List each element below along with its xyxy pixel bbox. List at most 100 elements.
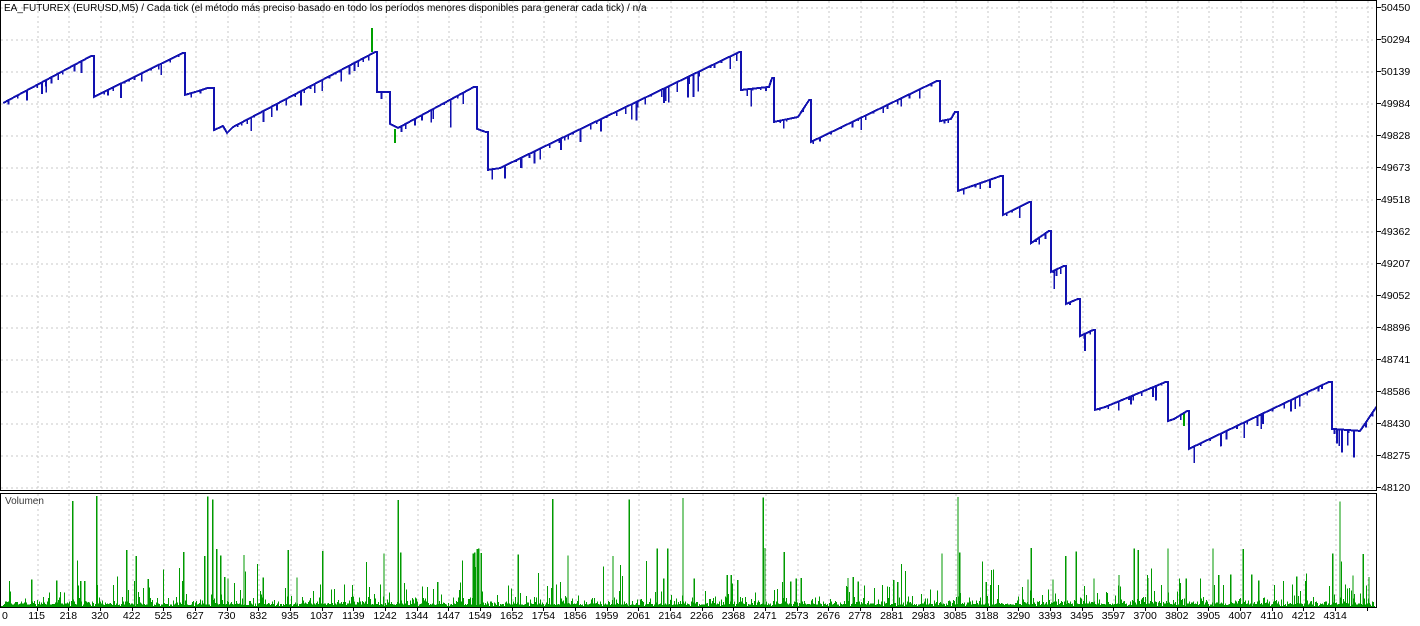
time-axis-tick [1208,608,1209,611]
price-axis-label: 49673 [1381,162,1411,175]
time-axis-label: 3085 [943,610,967,622]
price-chart-panel[interactable]: EA_FUTUREX (EURUSD,M5) / Cada tick (el m… [0,0,1377,491]
price-axis-label: 49518 [1381,193,1411,206]
time-axis-label: 4007 [1228,610,1252,622]
time-axis-tick [258,608,259,611]
time-axis-label: 1856 [563,610,587,622]
price-chart-canvas[interactable] [1,1,1376,490]
time-axis-tick [1177,608,1178,611]
time-axis-label: 832 [249,610,268,622]
time-axis-label: 3393 [1038,610,1062,622]
price-axis-label: 48896 [1381,322,1411,335]
volume-indicator-label: Volumen [5,496,44,507]
price-axis-tick [1377,455,1381,457]
time-axis-label: 3188 [975,610,999,622]
time-axis-tick [1050,608,1051,611]
time-axis-tick [448,608,449,611]
time-axis-label: 320 [91,610,109,622]
price-axis-tick [1377,7,1381,8]
time-axis-tick [638,608,639,611]
time-axis-tick [987,608,988,611]
time-axis-label: 3597 [1101,610,1126,622]
time-axis-label: 4212 [1291,610,1316,622]
time-axis-tick [512,608,513,611]
time-axis-tick [1082,608,1083,611]
time-axis-label: 2061 [626,610,651,622]
volume-bars [2,496,1375,606]
time-axis-tick [417,608,418,611]
time-axis-tick [828,608,829,611]
price-axis-tick [1377,231,1381,233]
time-axis-label: 3700 [1133,610,1157,622]
price-axis-tick [1377,39,1381,41]
time-axis-label: 1754 [531,610,556,622]
price-axis-label: 48741 [1381,354,1411,367]
time-axis-tick [163,608,164,611]
time-axis-tick [1303,608,1304,611]
time-axis-tick [702,608,703,611]
time-axis-tick [227,608,228,611]
price-axis-label: 50139 [1381,66,1411,79]
time-axis-tick [1240,608,1241,611]
time-axis-label: 2471 [753,610,777,622]
price-axis-tick [1377,135,1381,137]
strategy-tester-chart-window: EA_FUTUREX (EURUSD,M5) / Cada tick (el m… [0,0,1420,626]
time-axis-tick [543,608,544,611]
price-axis-tick [1377,327,1381,329]
time-axis-tick [322,608,323,611]
price-axis-label: 48120 [1381,481,1411,494]
time-axis-tick [1113,608,1114,611]
price-axis-label: 49828 [1381,130,1411,143]
time-axis-tick [1018,608,1019,611]
time-axis-tick [37,608,38,611]
time-axis-tick [1367,608,1368,611]
time-axis-label: 627 [186,610,204,622]
volume-canvas[interactable] [1,494,1376,607]
time-axis-tick [765,608,766,611]
time-axis-label: 2676 [816,610,841,622]
time-axis-label: 1242 [373,610,397,622]
time-axis-tick [100,608,101,611]
time-axis-label: 525 [154,610,173,622]
time-axis-label: 3495 [1070,610,1094,622]
price-axis-tick [1377,263,1381,265]
price-axis-label: 49984 [1381,97,1411,110]
time-axis-tick [290,608,291,611]
time-axis-label: 2983 [911,610,936,622]
volume-panel[interactable]: Volumen [0,493,1377,608]
price-axis-tick [1377,423,1381,425]
price-line [2,51,1376,451]
chart-title: EA_FUTUREX (EURUSD,M5) / Cada tick (el m… [4,3,647,14]
time-axis-label: 1447 [436,610,461,622]
time-axis-label: 730 [217,610,236,622]
time-axis-label: 1344 [405,610,429,622]
time-axis-label: 4110 [1260,610,1284,622]
price-axis-label: 49207 [1381,258,1411,271]
price-axis-label: 48430 [1381,418,1411,431]
time-axis-label: 1652 [500,610,524,622]
time-axis-tick [670,608,671,611]
time-axis-tick [353,608,354,611]
time-axis-tick [892,608,893,611]
time-axis-label: 422 [122,610,141,622]
price-axis-tick [1377,198,1381,200]
time-axis-tick [132,608,133,611]
time-axis-label: 2573 [785,610,809,622]
time-axis-label: 2778 [848,610,872,622]
time-axis-tick [1272,608,1273,611]
time-axis-tick [1335,608,1336,611]
time-axis-tick [1145,608,1146,611]
price-axis-tick [1377,71,1381,73]
price-axis-tick [1377,102,1381,104]
time-axis-label: 1959 [595,610,619,622]
price-axis-tick [1377,359,1381,361]
price-axis-label: 49052 [1381,289,1411,302]
price-axis-label: 48586 [1381,385,1411,398]
time-axis-tick [607,608,608,611]
time-axis-tick [385,608,386,611]
time-axis-tick [68,608,69,611]
time-axis-tick [955,608,956,611]
time-axis-tick [575,608,576,611]
time-axis-label: 3905 [1196,610,1221,622]
time-axis-label: 1139 [342,610,365,622]
